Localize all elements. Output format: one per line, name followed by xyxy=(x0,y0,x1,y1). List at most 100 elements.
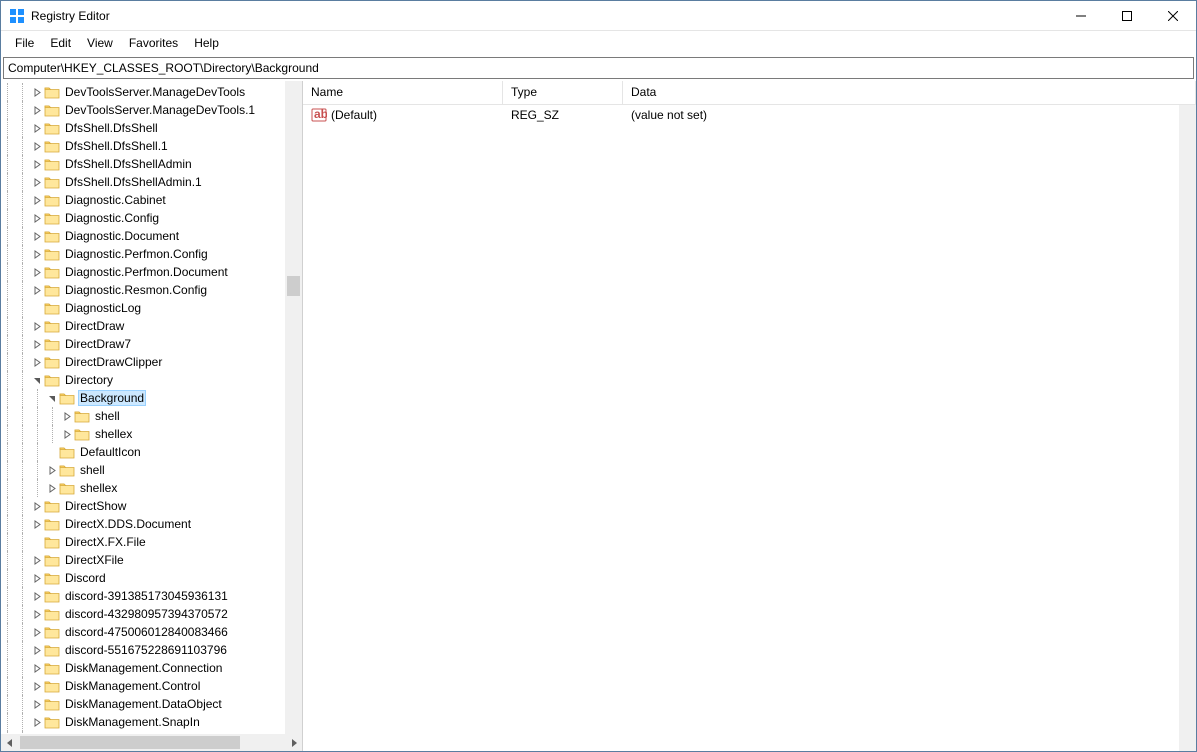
tree-node[interactable]: DiskManagement.SnapIn xyxy=(1,713,302,731)
scrollbar-thumb[interactable] xyxy=(20,736,240,749)
scroll-right-arrow[interactable] xyxy=(285,734,302,751)
expand-toggle-icon[interactable] xyxy=(31,644,44,657)
tree-node[interactable]: DiagnosticLog xyxy=(1,299,302,317)
expand-toggle-icon[interactable] xyxy=(31,320,44,333)
values-vertical-scrollbar[interactable] xyxy=(1179,105,1196,751)
tree-node[interactable]: Diagnostic.Perfmon.Config xyxy=(1,245,302,263)
expand-toggle-icon[interactable] xyxy=(31,680,44,693)
tree-node[interactable]: shell xyxy=(1,461,302,479)
tree-node[interactable]: DirectXFile xyxy=(1,551,302,569)
close-button[interactable] xyxy=(1150,1,1196,31)
scroll-left-arrow[interactable] xyxy=(1,734,18,751)
tree-node-label: Directory xyxy=(63,373,115,387)
value-type: REG_SZ xyxy=(503,108,623,122)
expand-toggle-icon[interactable] xyxy=(31,536,44,549)
expand-toggle-icon[interactable] xyxy=(31,608,44,621)
tree-node[interactable]: DiskManagement.DataObject xyxy=(1,695,302,713)
expand-toggle-icon[interactable] xyxy=(31,500,44,513)
tree-node[interactable]: DirectX.FX.File xyxy=(1,533,302,551)
tree-node[interactable]: DfsShell.DfsShellAdmin.1 xyxy=(1,173,302,191)
tree-node-label: DfsShell.DfsShell.1 xyxy=(63,139,170,153)
column-type[interactable]: Type xyxy=(503,81,623,104)
tree-vertical-scrollbar[interactable] xyxy=(285,81,302,734)
expand-toggle-icon[interactable] xyxy=(31,266,44,279)
tree-node-label: DirectShow xyxy=(63,499,128,513)
minimize-button[interactable] xyxy=(1058,1,1104,31)
tree-horizontal-scrollbar[interactable] xyxy=(1,734,302,751)
folder-icon xyxy=(44,644,60,657)
registry-tree[interactable]: DevToolsServer.ManageDevToolsDevToolsSer… xyxy=(1,81,302,734)
tree-node[interactable]: DfsShell.DfsShell.1 xyxy=(1,137,302,155)
tree-node[interactable]: DfsShell.DfsShellAdmin xyxy=(1,155,302,173)
menu-view[interactable]: View xyxy=(79,34,121,52)
tree-node[interactable]: Diagnostic.Config xyxy=(1,209,302,227)
tree-node[interactable]: discord-475006012840083466 xyxy=(1,623,302,641)
expand-toggle-icon[interactable] xyxy=(46,482,59,495)
expand-toggle-icon[interactable] xyxy=(31,626,44,639)
tree-node[interactable]: discord-391385173045936131 xyxy=(1,587,302,605)
expand-toggle-icon[interactable] xyxy=(46,464,59,477)
tree-node[interactable]: DefaultIcon xyxy=(1,443,302,461)
expand-toggle-icon[interactable] xyxy=(31,176,44,189)
tree-node[interactable]: Diagnostic.Cabinet xyxy=(1,191,302,209)
tree-node[interactable]: discord-432980957394370572 xyxy=(1,605,302,623)
expand-toggle-icon[interactable] xyxy=(31,230,44,243)
tree-node[interactable]: Background xyxy=(1,389,302,407)
expand-toggle-icon[interactable] xyxy=(31,122,44,135)
tree-node[interactable]: DevToolsServer.ManageDevTools xyxy=(1,83,302,101)
expand-toggle-icon[interactable] xyxy=(31,572,44,585)
expand-toggle-icon[interactable] xyxy=(46,446,59,459)
expand-toggle-icon[interactable] xyxy=(31,104,44,117)
menu-favorites[interactable]: Favorites xyxy=(121,34,186,52)
expand-toggle-icon[interactable] xyxy=(31,590,44,603)
value-row[interactable]: ab(Default)REG_SZ(value not set) xyxy=(303,105,1196,125)
tree-node[interactable]: DiskManagement.Control xyxy=(1,677,302,695)
tree-node[interactable]: DirectDraw xyxy=(1,317,302,335)
expand-toggle-icon[interactable] xyxy=(61,410,74,423)
tree-node[interactable]: DfsShell.DfsShell xyxy=(1,119,302,137)
expand-toggle-icon[interactable] xyxy=(31,212,44,225)
expand-toggle-icon[interactable] xyxy=(46,392,59,405)
menu-edit[interactable]: Edit xyxy=(42,34,79,52)
expand-toggle-icon[interactable] xyxy=(61,428,74,441)
expand-toggle-icon[interactable] xyxy=(31,86,44,99)
menu-file[interactable]: File xyxy=(7,34,42,52)
tree-node[interactable]: Discord xyxy=(1,569,302,587)
expand-toggle-icon[interactable] xyxy=(31,518,44,531)
address-bar[interactable]: Computer\HKEY_CLASSES_ROOT\Directory\Bac… xyxy=(3,57,1194,79)
tree-node[interactable]: shellex xyxy=(1,479,302,497)
tree-node[interactable]: DirectX.DDS.Document xyxy=(1,515,302,533)
tree-node[interactable]: DirectDraw7 xyxy=(1,335,302,353)
tree-node[interactable]: DiskManagement.Connection xyxy=(1,659,302,677)
tree-node[interactable]: Diagnostic.Resmon.Config xyxy=(1,281,302,299)
tree-node[interactable]: Directory xyxy=(1,371,302,389)
expand-toggle-icon[interactable] xyxy=(31,248,44,261)
values-list[interactable]: ab(Default)REG_SZ(value not set) xyxy=(303,105,1196,125)
column-name[interactable]: Name xyxy=(303,81,503,104)
expand-toggle-icon[interactable] xyxy=(31,698,44,711)
expand-toggle-icon[interactable] xyxy=(31,356,44,369)
folder-icon xyxy=(44,500,60,513)
expand-toggle-icon[interactable] xyxy=(31,194,44,207)
maximize-button[interactable] xyxy=(1104,1,1150,31)
tree-node[interactable]: DirectShow xyxy=(1,497,302,515)
expand-toggle-icon[interactable] xyxy=(31,338,44,351)
tree-node[interactable]: discord-551675228691103796 xyxy=(1,641,302,659)
expand-toggle-icon[interactable] xyxy=(31,662,44,675)
tree-node[interactable]: Diagnostic.Perfmon.Document xyxy=(1,263,302,281)
expand-toggle-icon[interactable] xyxy=(31,140,44,153)
scrollbar-thumb[interactable] xyxy=(287,276,300,296)
tree-node[interactable]: Diagnostic.Document xyxy=(1,227,302,245)
tree-node[interactable]: DevToolsServer.ManageDevTools.1 xyxy=(1,101,302,119)
column-data[interactable]: Data xyxy=(623,81,1196,104)
expand-toggle-icon[interactable] xyxy=(31,284,44,297)
expand-toggle-icon[interactable] xyxy=(31,302,44,315)
expand-toggle-icon[interactable] xyxy=(31,374,44,387)
tree-node[interactable]: DirectDrawClipper xyxy=(1,353,302,371)
expand-toggle-icon[interactable] xyxy=(31,716,44,729)
tree-node[interactable]: shellex xyxy=(1,425,302,443)
expand-toggle-icon[interactable] xyxy=(31,158,44,171)
tree-node[interactable]: shell xyxy=(1,407,302,425)
expand-toggle-icon[interactable] xyxy=(31,554,44,567)
menu-help[interactable]: Help xyxy=(186,34,227,52)
